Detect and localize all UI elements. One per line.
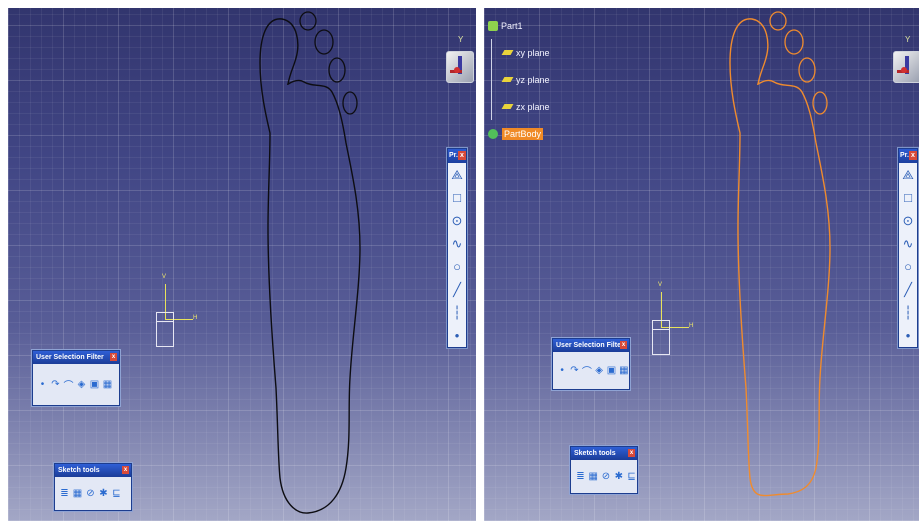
v-axis-label: V	[162, 274, 167, 280]
h-axis-label: H	[193, 315, 198, 321]
part-icon	[488, 20, 498, 31]
toolbar-title-text: Sketch tools	[58, 467, 100, 474]
line-tool-icon[interactable]: ╱	[448, 278, 466, 301]
tree-label: xy plane	[516, 47, 550, 58]
profile-palette-toolbar: Pr... x ⟁ □ ⊙ ∿ ○ ╱ ┆ •	[898, 148, 918, 348]
sketch-tool-1-icon[interactable]: ≣	[575, 471, 586, 482]
sketch-tool-2-icon[interactable]: ▦	[72, 488, 83, 499]
sketch-axis-marker: V H	[652, 282, 696, 356]
filter-5-icon[interactable]: ▣	[606, 365, 616, 376]
sketch-viewport-right[interactable]: Part1 xy plane yz plane zx plane PartBod…	[484, 8, 919, 521]
sketch-tool-1-icon[interactable]: ≣	[59, 488, 70, 499]
compass-origin-icon	[454, 67, 460, 73]
axis-tool-icon[interactable]: ┆	[448, 301, 466, 324]
filter-5-icon[interactable]: ▣	[89, 379, 100, 390]
tree-label: PartBody	[502, 127, 544, 140]
tree-label: Part1	[501, 20, 523, 31]
filter-4-icon[interactable]: ◈	[594, 365, 604, 376]
sketch-tool-5-icon[interactable]: ⊑	[626, 471, 637, 482]
line-tool-icon[interactable]: ╱	[899, 278, 917, 301]
spline-tool-icon[interactable]: ∿	[448, 232, 466, 255]
v-axis-label: V	[658, 282, 663, 288]
tree-label: yz plane	[516, 74, 550, 85]
sketch-tool-4-icon[interactable]: ✱	[98, 488, 109, 499]
sketch-tool-2-icon[interactable]: ▦	[588, 471, 599, 482]
close-icon[interactable]: x	[909, 151, 917, 160]
compass-axis-label: Y	[458, 35, 464, 44]
point-tool-icon[interactable]: •	[899, 324, 917, 347]
tree-node-yz-plane[interactable]: yz plane	[488, 66, 550, 93]
filter-3-icon[interactable]: ⌒	[63, 377, 74, 392]
specification-tree: Part1 xy plane yz plane zx plane PartBod…	[488, 12, 550, 147]
plane-icon	[501, 50, 514, 55]
tree-node-partbody[interactable]: PartBody	[488, 120, 550, 147]
profile-palette-toolbar: Pr... x ⟁ □ ⊙ ∿ ○ ╱ ┆ •	[447, 148, 467, 348]
rectangle-tool-icon[interactable]: □	[899, 186, 917, 209]
compass-origin-icon	[901, 67, 907, 73]
sketch-tool-3-icon[interactable]: ⊘	[85, 488, 96, 499]
close-icon[interactable]: x	[110, 353, 117, 361]
origin-box	[156, 312, 174, 347]
filter-2-icon[interactable]: ↷	[569, 365, 579, 376]
plane-icon	[501, 77, 514, 82]
plane-icon	[501, 104, 514, 109]
toolbar-title[interactable]: Pr... x	[899, 149, 917, 163]
tree-label: zx plane	[516, 101, 550, 112]
rectangle-tool-icon[interactable]: □	[448, 186, 466, 209]
toolbar-title[interactable]: User Selection Filter x	[553, 339, 629, 352]
toolbar-title[interactable]: Pr... x	[448, 149, 466, 163]
conic-tool-icon[interactable]: ○	[448, 255, 466, 278]
close-icon[interactable]: x	[620, 341, 627, 349]
compass-right[interactable]: Y	[889, 33, 919, 99]
spline-tool-icon[interactable]: ∿	[899, 232, 917, 255]
axis-tool-icon[interactable]: ┆	[899, 301, 917, 324]
sketch-tools-toolbar: Sketch tools x ≣ ▦ ⊘ ✱ ⊑	[54, 463, 132, 511]
tree-node-zx-plane[interactable]: zx plane	[488, 93, 550, 120]
profile-tool-icon[interactable]: ⟁	[899, 163, 917, 186]
h-axis-label: H	[689, 323, 694, 329]
profile-tool-icon[interactable]: ⟁	[448, 163, 466, 186]
close-icon[interactable]: x	[628, 449, 635, 457]
sketch-viewport-left[interactable]: Y Pr... x ⟁ □ ⊙ ∿ ○ ╱ ┆ • V H User Selection Fi…	[8, 8, 476, 521]
circle-tool-icon[interactable]: ⊙	[448, 209, 466, 232]
filter-3-icon[interactable]: ⌒	[582, 363, 592, 378]
body-icon	[488, 128, 498, 139]
filter-4-icon[interactable]: ◈	[76, 379, 87, 390]
origin-box	[652, 320, 670, 355]
compass-axis-label: Y	[905, 35, 911, 44]
toolbar-title[interactable]: User Selection Filter x	[33, 351, 119, 364]
toolbar-title[interactable]: Sketch tools x	[55, 464, 131, 477]
compass-left[interactable]: Y	[442, 33, 476, 99]
sketch-tool-4-icon[interactable]: ✱	[613, 471, 624, 482]
sketch-tools-toolbar: Sketch tools x ≣ ▦ ⊘ ✱ ⊑	[570, 446, 638, 494]
user-selection-filter-toolbar: User Selection Filter x • ↷ ⌒ ◈ ▣ ▦	[32, 350, 120, 406]
conic-tool-icon[interactable]: ○	[899, 255, 917, 278]
toolbar-title-text: Sketch tools	[574, 450, 616, 457]
filter-1-icon[interactable]: •	[37, 379, 48, 390]
filter-6-icon[interactable]: ▦	[619, 365, 629, 376]
tree-node-xy-plane[interactable]: xy plane	[488, 39, 550, 66]
toolbar-title-text: User Selection Filter	[556, 342, 624, 349]
user-selection-filter-toolbar: User Selection Filter x • ↷ ⌒ ◈ ▣ ▦	[552, 338, 630, 390]
close-icon[interactable]: x	[458, 151, 466, 160]
filter-6-icon[interactable]: ▦	[102, 379, 113, 390]
filter-1-icon[interactable]: •	[557, 365, 567, 376]
point-tool-icon[interactable]: •	[448, 324, 466, 347]
foot-sketch-left[interactable]	[8, 8, 476, 521]
toolbar-title[interactable]: Sketch tools x	[571, 447, 637, 460]
sketch-tool-3-icon[interactable]: ⊘	[601, 471, 612, 482]
close-icon[interactable]: x	[122, 466, 129, 474]
sketch-axis-marker: V H	[156, 274, 200, 348]
toolbar-title-text: User Selection Filter	[36, 354, 104, 361]
tree-node-root[interactable]: Part1	[488, 12, 550, 39]
compass-cube-icon[interactable]	[446, 51, 474, 83]
circle-tool-icon[interactable]: ⊙	[899, 209, 917, 232]
filter-2-icon[interactable]: ↷	[50, 379, 61, 390]
sketch-tool-5-icon[interactable]: ⊑	[111, 488, 122, 499]
